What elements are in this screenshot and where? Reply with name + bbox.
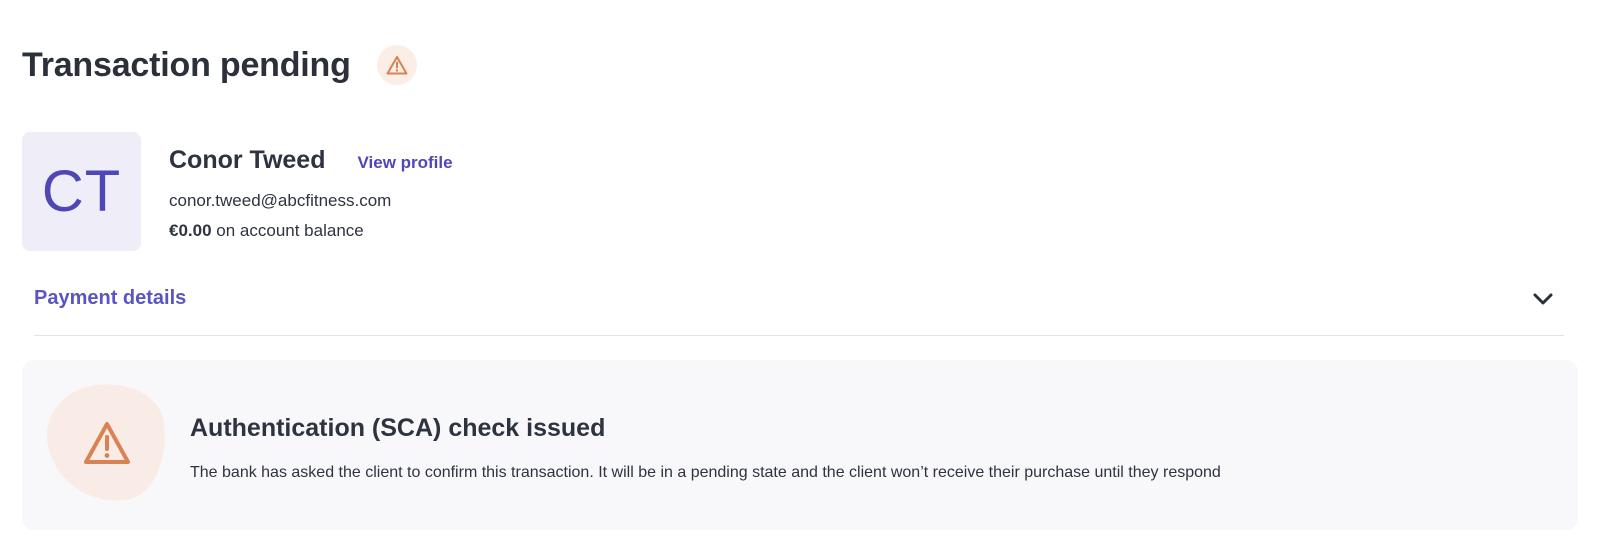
warning-triangle-icon [84,422,130,464]
balance-amount: €0.00 [169,221,212,240]
client-info: Conor Tweed View profile conor.tweed@abc… [169,132,453,251]
transaction-pending-page: Transaction pending CT Conor Tweed View … [0,0,1600,552]
avatar: CT [22,132,141,251]
sca-alert: Authentication (SCA) check issued The ba… [22,360,1578,530]
page-title: Transaction pending [22,46,351,84]
client-card: CT Conor Tweed View profile conor.tweed@… [22,132,453,251]
client-email: conor.tweed@abcfitness.com [169,191,392,210]
alert-title: Authentication (SCA) check issued [190,414,606,442]
alert-message: The bank has asked the client to confirm… [190,464,1221,481]
chevron-down-icon[interactable] [1532,292,1554,306]
balance-suffix: on account balance [216,221,364,240]
payment-details-toggle[interactable]: Payment details [34,284,1564,336]
page-header: Transaction pending [22,44,417,86]
client-name-row: Conor Tweed View profile [169,146,453,175]
view-profile-link[interactable]: View profile [357,153,452,173]
warning-triangle-icon [376,45,417,85]
account-balance: €0.00 on account balance [169,221,453,241]
client-name: Conor Tweed [169,146,326,174]
payment-details-label: Payment details [34,287,187,309]
